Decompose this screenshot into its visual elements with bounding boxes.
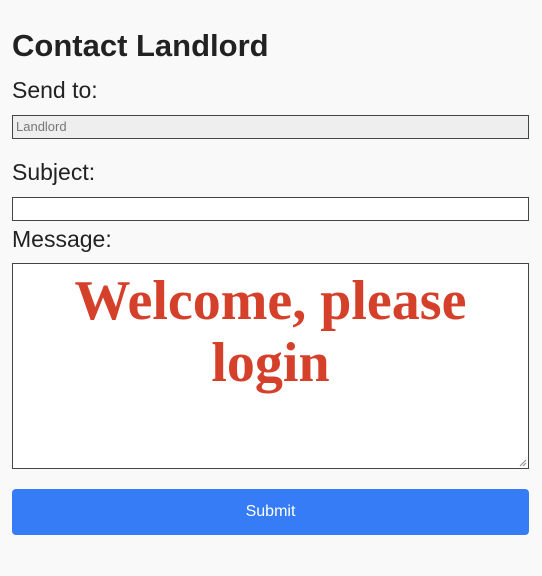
page-title: Contact Landlord — [12, 28, 269, 63]
message-text: Welcome, please login — [74, 270, 467, 394]
subject-field[interactable] — [12, 197, 529, 221]
contact-landlord-page: Contact Landlord Send to: Landlord Subje… — [0, 0, 542, 576]
submit-button[interactable]: Submit — [12, 489, 529, 535]
textarea-resize-icon[interactable] — [519, 459, 527, 467]
send-to-field[interactable]: Landlord — [12, 115, 529, 139]
message-label: Message: — [12, 226, 112, 252]
message-textarea[interactable]: Welcome, please login — [12, 263, 529, 469]
subject-label: Subject: — [12, 159, 96, 185]
send-to-label: Send to: — [12, 77, 98, 103]
